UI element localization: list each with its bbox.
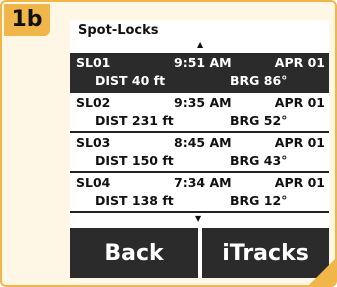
- page-title: Spot-Locks: [78, 23, 159, 38]
- spot-lock-bearing: BRG 12°: [230, 193, 288, 208]
- step-badge: 1b: [4, 4, 50, 36]
- spot-lock-id: SL04: [76, 175, 111, 190]
- spot-lock-bearing: BRG 86°: [230, 73, 288, 88]
- corner-accent: [307, 257, 335, 285]
- list-item-sl04[interactable]: SL04 7:34 AM APR 01 DIST 138 ft BRG 12°: [70, 173, 329, 213]
- spot-lock-id: SL01: [76, 55, 111, 70]
- spot-lock-bearing: BRG 52°: [230, 113, 288, 128]
- list-item-sl02[interactable]: SL02 9:35 AM APR 01 DIST 231 ft BRG 52°: [70, 93, 329, 133]
- list-item-sl03[interactable]: SL03 8:45 AM APR 01 DIST 150 ft BRG 43°: [70, 133, 329, 173]
- spot-lock-time: 8:45 AM: [174, 135, 232, 150]
- spot-lock-date: APR 01: [274, 95, 325, 110]
- scroll-down-arrow-icon: ▼: [195, 214, 202, 223]
- spot-lock-date: APR 01: [274, 135, 325, 150]
- softkey-bar: Back iTracks: [70, 228, 329, 278]
- list-item-sl01[interactable]: SL01 9:51 AM APR 01 DIST 40 ft BRG 86°: [70, 53, 329, 93]
- spot-lock-date: APR 01: [274, 175, 325, 190]
- spot-lock-bearing: BRG 43°: [230, 153, 288, 168]
- scroll-up-arrow-icon: ▲: [197, 40, 204, 49]
- back-button[interactable]: Back: [70, 228, 198, 278]
- spot-lock-date: APR 01: [274, 55, 325, 70]
- spot-lock-distance: DIST 40 ft: [95, 73, 166, 88]
- spot-lock-time: 7:34 AM: [174, 175, 232, 190]
- spot-lock-distance: DIST 138 ft: [95, 193, 174, 208]
- spot-lock-list: SL01 9:51 AM APR 01 DIST 40 ft BRG 86° S…: [70, 53, 329, 213]
- spot-lock-id: SL02: [76, 95, 111, 110]
- instruction-panel: 1b Spot-Locks ▲ SL01 9:51 AM APR 01 DIST…: [0, 0, 337, 287]
- spot-lock-id: SL03: [76, 135, 111, 150]
- spot-lock-distance: DIST 150 ft: [95, 153, 174, 168]
- spot-lock-time: 9:51 AM: [174, 55, 232, 70]
- device-screen: Spot-Locks ▲ SL01 9:51 AM APR 01 DIST 40…: [70, 20, 329, 278]
- spot-lock-distance: DIST 231 ft: [95, 113, 174, 128]
- spot-lock-time: 9:35 AM: [174, 95, 232, 110]
